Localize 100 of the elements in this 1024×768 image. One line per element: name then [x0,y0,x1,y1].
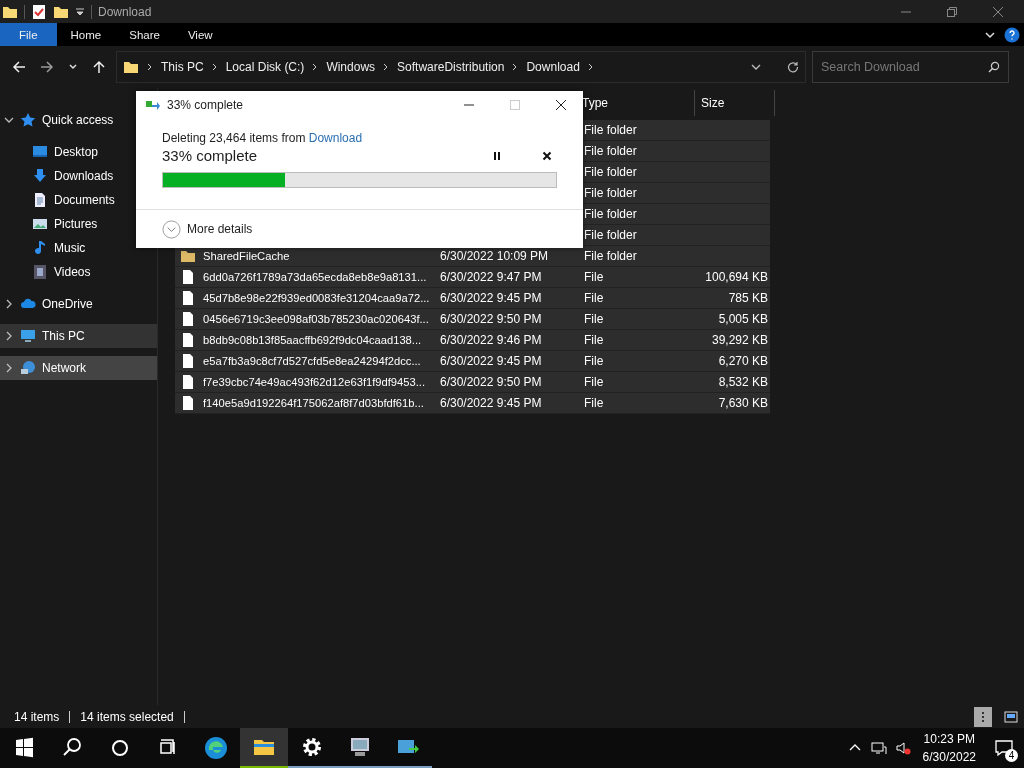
clock[interactable]: 10:23 PM 6/30/2022 [914,730,984,766]
pictures-icon [32,216,48,232]
file-row[interactable]: 6dd0a726f1789a73da65ecda8eb8e9a8131... 6/30/2022 9:47 PM File 100,694 KB [175,267,770,288]
sidebar-item[interactable]: OneDrive [0,292,157,316]
file-type: File [584,354,604,368]
monitor-icon [348,735,372,759]
sidebar-item[interactable]: This PC [0,324,157,348]
details-view-icon[interactable] [974,706,992,727]
computer-icon [20,328,36,344]
file-type: File [584,291,604,305]
file-row[interactable]: 45d7b8e98e22f939ed0083fe31204caa9a72... 6/30/2022 9:45 PM File 785 KB [175,288,770,309]
forward-icon[interactable] [40,60,54,74]
progress-heading: 33% complete [162,147,258,164]
file-type: File folder [584,228,637,242]
up-icon[interactable] [92,60,106,74]
chevron-right-icon[interactable] [586,63,595,71]
file-type: File folder [584,144,637,158]
date-modified: 6/30/2022 9:46 PM [440,333,542,347]
breadcrumb[interactable]: Windows [326,60,376,74]
file-type: File [584,312,604,326]
sidebar-item[interactable]: Desktop [0,140,157,164]
date-modified: 6/30/2022 9:50 PM [440,375,542,389]
file-name: b8db9c08b13f85aacffb692f9dc04caad138... [203,334,422,346]
close-icon[interactable] [555,99,567,111]
sidebar-item[interactable]: Network [0,356,157,380]
file-row[interactable]: b8db9c08b13f85aacffb692f9dc04caad138... 6/30/2022 9:46 PM File 39,292 KB [175,330,770,351]
address-bar[interactable]: This PC Local Disk (C:) Windows SoftwareDistribution Download [116,51,806,83]
item-count: 14 items [14,709,60,724]
taskbar-app[interactable] [240,728,288,768]
file-row[interactable]: 0456e6719c3ee098af03b785230ac020643f... 6/30/2022 9:50 PM File 5,005 KB [175,309,770,330]
cancel-icon[interactable] [541,149,553,162]
pause-icon[interactable] [491,149,503,162]
file-icon [180,353,196,369]
file-type: File folder [584,249,637,263]
file-size: 5,005 KB [718,312,768,326]
file-type: File [584,396,604,410]
breadcrumb[interactable]: This PC [161,60,204,74]
file-size: 8,532 KB [718,375,768,389]
sidebar-item[interactable]: Downloads [0,164,157,188]
progress-message: Deleting 23,464 items from Download [162,131,364,145]
file-icon [180,311,196,327]
file-icon [180,290,196,306]
ribbon-tab[interactable]: File [0,23,57,46]
selection-count: 14 items selected [80,709,174,724]
breadcrumb[interactable]: Download [526,60,580,74]
file-type: File folder [584,165,637,179]
dropdown-icon[interactable] [75,6,85,17]
file-name: 6dd0a726f1789a73da65ecda8eb8e9a8131... [203,271,427,283]
file-type: File folder [584,186,637,200]
file-name: SharedFileCache [203,250,290,262]
breadcrumb[interactable]: SoftwareDistribution [397,60,505,74]
sidebar-item[interactable]: Documents [0,188,157,212]
file-size: 100,694 KB [705,270,768,284]
file-row[interactable]: e5a7fb3a9c8cf7d527cfd5e8ea24294f2dcc... 6/30/2022 9:45 PM File 6,270 KB [175,351,770,372]
date-modified: 6/30/2022 9:45 PM [440,396,542,410]
file-size: 785 KB [728,291,768,305]
expand-icon[interactable] [4,299,14,309]
properties-icon[interactable] [31,3,47,20]
recent-locations-icon[interactable] [68,62,78,72]
ribbon-tab[interactable]: Share [115,23,174,46]
ribbon-tab[interactable]: View [173,23,227,46]
restore-icon[interactable] [946,5,958,18]
file-type: File [584,270,604,284]
file-name: f7e39cbc74e49ac493f62d12e63f1f9df9453... [203,376,426,388]
expand-icon[interactable] [4,115,14,125]
file-name: e5a7fb3a9c8cf7d527cfd5e8ea24294f2dcc... [203,355,421,367]
desktop-icon [32,144,48,160]
file-type: File [584,333,604,347]
folder-link[interactable]: Download [308,131,363,145]
help-icon[interactable] [1004,26,1020,43]
folder-icon [123,59,139,75]
expand-icon[interactable] [4,363,14,373]
file-row[interactable]: f140e5a9d192264f175062af8f7d03bfdf61b... 6/30/2022 9:45 PM File 7,630 KB [175,393,770,414]
sidebar-item[interactable]: Pictures [0,212,157,236]
sidebar-item[interactable]: Music [0,236,157,260]
breadcrumb[interactable]: Local Disk (C:) [225,60,305,74]
ribbon-tab[interactable]: Home [56,23,116,46]
date-modified: 6/30/2022 9:45 PM [440,354,542,368]
notification-button[interactable]: 4 [984,728,1024,768]
sidebar-item[interactable]: Videos [0,260,157,284]
expand-icon[interactable] [4,331,14,341]
chevron-right-icon[interactable] [146,63,154,71]
sidebar-item[interactable]: Quick access [0,108,157,132]
file-row[interactable]: f7e39cbc74e49ac493f62d12e63f1f9df9453... 6/30/2022 9:50 PM File 8,532 KB [175,372,770,393]
file-name: f140e5a9d192264f175062af8f7d03bfdf61b... [203,397,424,409]
file-type: File [584,375,604,389]
date-modified: 6/30/2022 9:45 PM [440,291,542,305]
refresh-icon[interactable] [787,61,799,73]
column-header[interactable]: Size [695,90,775,116]
notification-icon [994,738,1014,758]
file-type: File folder [584,207,637,221]
search-icon[interactable] [988,61,1000,73]
back-icon[interactable] [12,60,26,74]
file-name: 45d7b8e98e22f939ed0083fe31204caa9a72... [203,292,430,304]
chevron-right-icon[interactable] [210,63,219,71]
more-details-link[interactable]: More details [187,222,253,236]
music-note-icon [32,240,48,256]
file-row[interactable]: SharedFileCache 6/30/2022 10:09 PM File folder [175,246,770,267]
search-field[interactable]: Search Download [812,51,1009,83]
date-modified: 6/30/2022 10:09 PM [440,249,549,263]
